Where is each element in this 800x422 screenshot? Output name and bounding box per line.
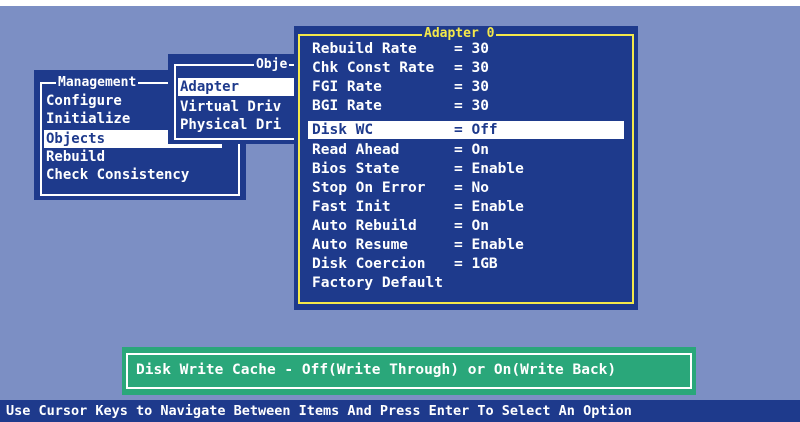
setting-factory-default[interactable]: Factory Default bbox=[308, 274, 620, 292]
objects-window: Obje Adapter Virtual Driv Physical Dri bbox=[168, 54, 304, 144]
menu-item-physical-drives[interactable]: Physical Dri bbox=[180, 116, 281, 134]
setting-disk-wc[interactable]: Disk WC = Off bbox=[308, 121, 624, 139]
setting-auto-rebuild[interactable]: Auto Rebuild = On bbox=[308, 217, 620, 235]
setting-value: = Enable bbox=[454, 199, 524, 215]
setting-value: = Enable bbox=[454, 161, 524, 177]
setting-name: Fast Init bbox=[312, 199, 391, 215]
menu-item-initialize[interactable]: Initialize bbox=[46, 110, 130, 128]
setting-name: FGI Rate bbox=[312, 79, 382, 95]
setting-value: = 30 bbox=[454, 60, 489, 76]
setting-read-ahead[interactable]: Read Ahead = On bbox=[308, 141, 620, 159]
setting-value: = 1GB bbox=[454, 256, 498, 272]
objects-title: Obje bbox=[254, 57, 290, 72]
setting-chk-const-rate[interactable]: Chk Const Rate = 30 bbox=[308, 59, 620, 77]
setting-auto-resume[interactable]: Auto Resume = Enable bbox=[308, 236, 620, 254]
adapter-title: Adapter 0 bbox=[422, 26, 497, 41]
setting-name: Disk WC bbox=[312, 122, 374, 138]
menu-item-configure[interactable]: Configure bbox=[46, 92, 122, 110]
setting-name: Auto Resume bbox=[312, 237, 409, 253]
setting-value: = On bbox=[454, 218, 489, 234]
setting-name: Factory Default bbox=[312, 275, 443, 291]
setting-value: = Off bbox=[454, 122, 498, 138]
help-hint-text: Disk Write Cache - Off(Write Through) or… bbox=[126, 353, 692, 389]
setting-value: = 30 bbox=[454, 98, 489, 114]
menu-item-virtual-drives[interactable]: Virtual Driv bbox=[180, 98, 281, 116]
setting-value: = 30 bbox=[454, 41, 489, 57]
setting-name: Stop On Error bbox=[312, 180, 426, 196]
setting-value: = No bbox=[454, 180, 489, 196]
setting-name: Auto Rebuild bbox=[312, 218, 417, 234]
setting-name: Bios State bbox=[312, 161, 400, 177]
setting-fast-init[interactable]: Fast Init = Enable bbox=[308, 198, 620, 216]
setting-bgi-rate[interactable]: BGI Rate = 30 bbox=[308, 97, 620, 115]
status-bar: Use Cursor Keys to Navigate Between Item… bbox=[0, 400, 800, 422]
setting-name: Chk Const Rate bbox=[312, 60, 435, 76]
help-hint-box: Disk Write Cache - Off(Write Through) or… bbox=[122, 347, 696, 395]
menu-item-rebuild[interactable]: Rebuild bbox=[46, 148, 105, 166]
setting-value: = Enable bbox=[454, 237, 524, 253]
setting-stop-on-error[interactable]: Stop On Error = No bbox=[308, 179, 620, 197]
setting-name: Disk Coercion bbox=[312, 256, 426, 272]
setting-rebuild-rate[interactable]: Rebuild Rate = 30 bbox=[308, 40, 620, 58]
setting-disk-coercion[interactable]: Disk Coercion = 1GB bbox=[308, 255, 620, 273]
menu-item-check-consistency[interactable]: Check Consistency bbox=[46, 166, 189, 184]
adapter-window: Adapter 0 Rebuild Rate = 30 Chk Const Rat… bbox=[294, 26, 638, 310]
menu-item-adapter[interactable]: Adapter bbox=[178, 78, 302, 96]
setting-name: BGI Rate bbox=[312, 98, 382, 114]
setting-name: Rebuild Rate bbox=[312, 41, 417, 57]
setting-name: Read Ahead bbox=[312, 142, 400, 158]
management-title: Management bbox=[56, 75, 139, 90]
setting-value: = On bbox=[454, 142, 489, 158]
setting-fgi-rate[interactable]: FGI Rate = 30 bbox=[308, 78, 620, 96]
setting-value: = 30 bbox=[454, 79, 489, 95]
setting-bios-state[interactable]: Bios State = Enable bbox=[308, 160, 620, 178]
